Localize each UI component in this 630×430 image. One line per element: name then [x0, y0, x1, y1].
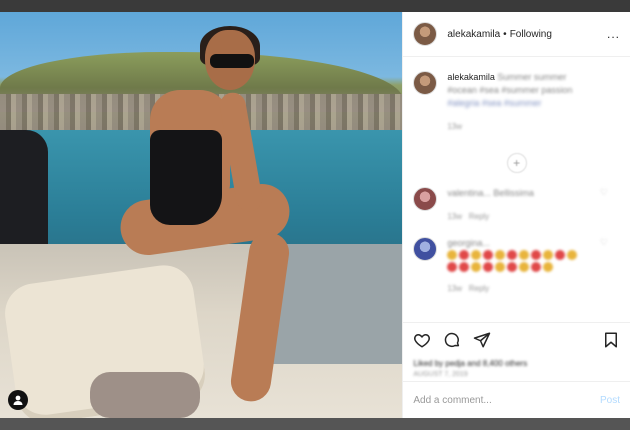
- heart-icon[interactable]: [413, 331, 431, 349]
- post-header: alekakamila • Following ...: [403, 12, 630, 57]
- comment-row: valentina... Bellissima 13w Reply ♡: [413, 187, 620, 223]
- emoji-comment: [447, 250, 578, 272]
- reply-button[interactable]: Reply: [469, 284, 489, 293]
- user-icon: [13, 395, 23, 405]
- towel: [90, 372, 200, 418]
- swimsuit: [150, 130, 222, 225]
- post-comment-button[interactable]: Post: [600, 395, 620, 406]
- follow-status[interactable]: Following: [510, 29, 552, 40]
- header-separator: •: [503, 28, 507, 40]
- add-comment-input[interactable]: Add a comment...: [413, 395, 491, 406]
- plus-icon: +: [513, 156, 521, 170]
- action-bar: [403, 323, 630, 357]
- tagged-user-icon[interactable]: [8, 390, 28, 410]
- comment-like-icon[interactable]: ♡: [600, 237, 608, 248]
- comment-time: 13w: [447, 212, 463, 221]
- comment-avatar[interactable]: [413, 187, 438, 211]
- bottom-bar: [0, 418, 630, 430]
- sunglasses: [210, 54, 254, 68]
- caption-avatar[interactable]: [413, 71, 438, 95]
- caption: alekakamila Summer summer #ocean #sea #s…: [413, 71, 620, 133]
- likes-count[interactable]: Liked by pedja and 8,400 others: [403, 357, 630, 369]
- instagram-post: alekakamila • Following ... alekakamila …: [0, 12, 630, 418]
- header-username[interactable]: alekakamila: [447, 29, 500, 40]
- comment-like-icon[interactable]: ♡: [600, 187, 608, 198]
- comment-row: georgina... 13w Reply ♡: [413, 237, 620, 295]
- comment-icon[interactable]: [443, 331, 461, 349]
- load-more-comments-button[interactable]: +: [506, 153, 527, 173]
- comment-text: Bellissima: [493, 188, 534, 198]
- caption-hashtags[interactable]: #alegria #sea #summer: [447, 97, 597, 110]
- more-options-button[interactable]: ...: [607, 27, 620, 41]
- post-side-panel: alekakamila • Following ... alekakamila …: [402, 12, 630, 418]
- caption-time: 13w: [447, 122, 463, 131]
- post-date: AUGUST 7, 2019: [413, 371, 468, 378]
- comment-username[interactable]: valentina...: [447, 188, 491, 198]
- bookmark-icon[interactable]: [602, 331, 620, 349]
- reply-button[interactable]: Reply: [469, 212, 489, 221]
- comment-avatar[interactable]: [413, 237, 438, 261]
- add-comment-bar: Add a comment... Post: [403, 381, 630, 418]
- comments-section: alekakamila Summer summer #ocean #sea #s…: [403, 57, 630, 322]
- boat-console: [270, 244, 403, 364]
- comment-username[interactable]: georgina...: [447, 238, 490, 248]
- top-bar: [0, 0, 630, 12]
- comment-time: 13w: [447, 284, 463, 293]
- post-photo[interactable]: [0, 12, 403, 418]
- avatar[interactable]: [413, 22, 438, 46]
- share-icon[interactable]: [473, 331, 491, 349]
- caption-username[interactable]: alekakamila: [447, 72, 495, 82]
